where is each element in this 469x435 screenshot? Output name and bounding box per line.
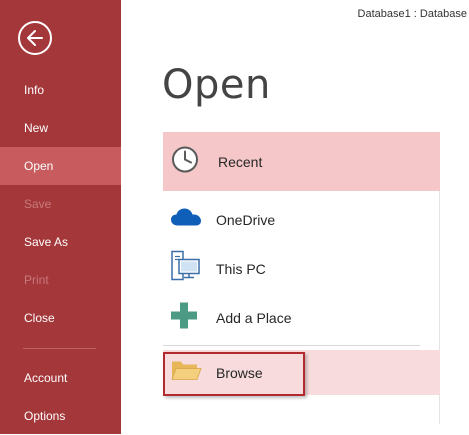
location-label: Add a Place [216,310,292,326]
nav-item-print: Print [24,273,49,287]
plus-icon [169,301,199,336]
nav-item-new[interactable]: New [0,109,121,147]
location-label: OneDrive [216,212,276,228]
sidebar-divider [23,348,96,349]
location-add-place[interactable]: Add a Place [163,296,440,340]
location-this-pc[interactable]: This PC [163,247,440,291]
location-recent[interactable]: Recent [163,132,440,191]
locations-divider [163,345,420,346]
nav-item-account[interactable]: Account [0,359,121,397]
nav-item-open[interactable]: Open [0,147,121,185]
computer-icon [169,250,201,289]
back-button[interactable] [18,21,52,55]
nav-item-info[interactable]: Info [0,71,121,109]
location-onedrive[interactable]: OneDrive [163,198,440,242]
location-label: Recent [218,153,263,170]
window-title: Database1 : Database [357,8,467,20]
clock-icon [169,143,201,180]
location-label: This PC [216,261,266,277]
location-label: Browse [216,364,263,381]
nav-item-close[interactable]: Close [0,299,121,337]
backstage-sidebar: Info New Open Save Save As Print Close A… [0,0,121,434]
folder-icon [169,357,203,388]
page-title: Open [162,62,271,108]
back-arrow-icon [27,30,43,46]
location-browse[interactable]: Browse [163,350,440,395]
nav-item-save-as[interactable]: Save As [0,223,121,261]
nav-item-options[interactable]: Options [0,397,121,435]
cloud-icon [169,206,203,235]
nav-item-save: Save [24,197,52,211]
